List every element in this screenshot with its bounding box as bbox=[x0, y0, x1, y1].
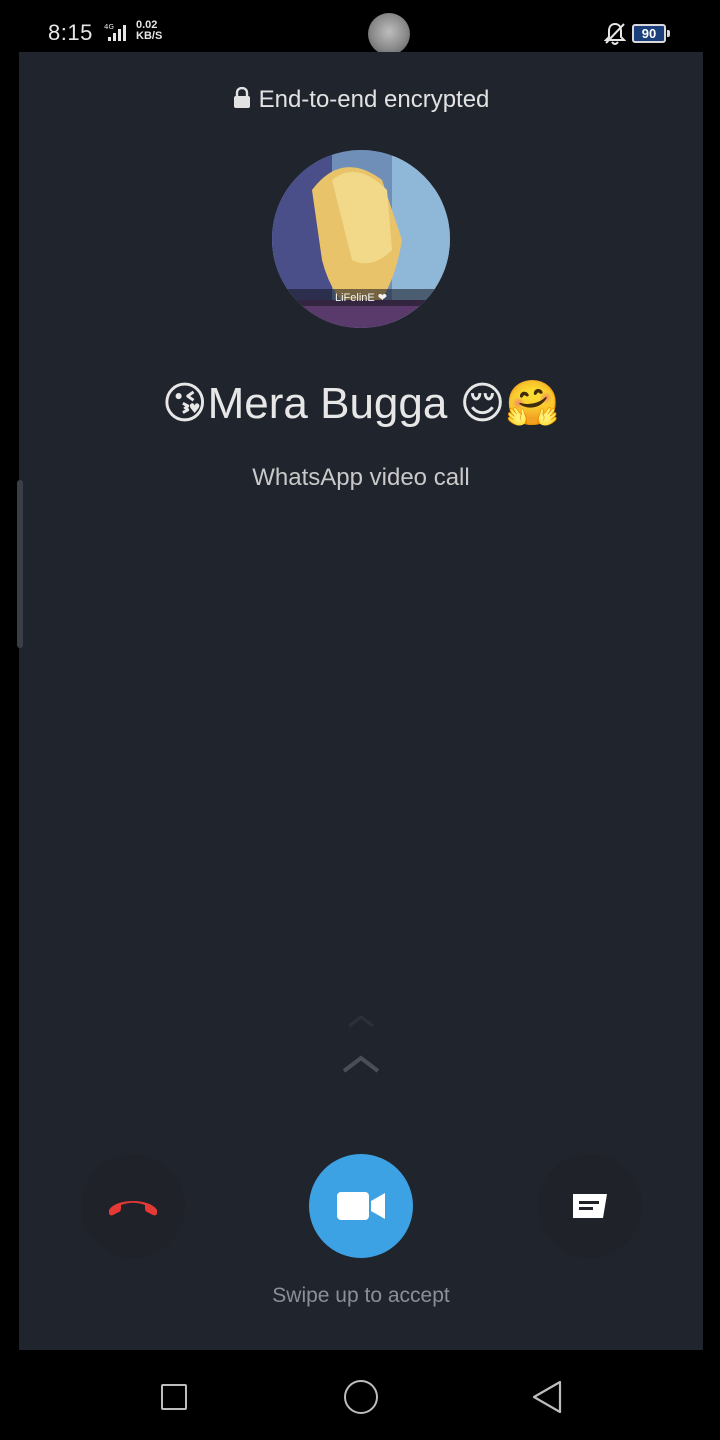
decline-button[interactable] bbox=[81, 1154, 185, 1258]
home-button[interactable] bbox=[344, 1380, 378, 1414]
swipe-hint: Swipe up to accept bbox=[272, 1284, 450, 1307]
reply-message-button[interactable] bbox=[538, 1154, 642, 1258]
back-triangle-icon bbox=[532, 1380, 562, 1414]
chevron-up-icon bbox=[341, 1054, 381, 1079]
video-camera-icon bbox=[337, 1192, 385, 1220]
avatar-caption: LiFelinE ❤ bbox=[272, 289, 450, 306]
recent-apps-button[interactable] bbox=[161, 1384, 187, 1410]
bell-muted-icon bbox=[603, 22, 627, 51]
edge-panel-handle[interactable] bbox=[17, 480, 23, 648]
network-speed-unit: KB/S bbox=[136, 30, 163, 42]
encryption-text: End-to-end encrypted bbox=[258, 86, 490, 113]
accept-video-call-button[interactable] bbox=[309, 1154, 413, 1258]
phone-hangup-icon bbox=[109, 1201, 157, 1216]
caller-avatar: LiFelinE ❤ bbox=[272, 150, 450, 328]
chevron-up-faint-icon bbox=[347, 1014, 375, 1033]
message-icon bbox=[573, 1194, 607, 1218]
lock-icon bbox=[233, 86, 251, 116]
call-panel: End-to-end encrypted LiFelinE ❤ 😘Mera Bu… bbox=[19, 52, 703, 1350]
network-speed: 0.02 KB/S bbox=[136, 20, 162, 42]
back-button[interactable] bbox=[530, 1380, 564, 1419]
status-bar: 8:15 4G 0.02 KB/S 90 bbox=[0, 0, 720, 55]
status-time: 8:15 bbox=[48, 20, 93, 45]
front-camera bbox=[368, 13, 410, 55]
call-type-label: WhatsApp video call bbox=[252, 464, 470, 491]
signal-icon: 4G bbox=[104, 22, 130, 47]
battery-indicator: 90 bbox=[632, 24, 670, 43]
screen: 8:15 4G 0.02 KB/S 90 End-to-end encrypte… bbox=[0, 0, 720, 1440]
navigation-bar bbox=[0, 1350, 720, 1440]
network-type: 4G bbox=[104, 23, 114, 31]
encryption-notice: End-to-end encrypted bbox=[19, 86, 703, 116]
caller-name: 😘Mera Bugga 😌🤗 bbox=[161, 379, 561, 428]
